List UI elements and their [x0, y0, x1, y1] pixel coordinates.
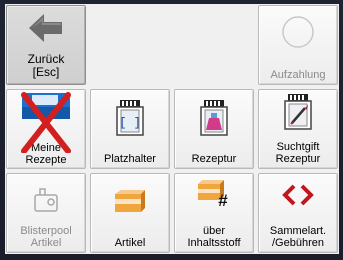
list-button-label: Aufzahlung	[270, 69, 326, 81]
code-brackets-icon	[281, 184, 315, 211]
my-recipes-button[interactable]: Meine Rezepte	[6, 89, 86, 169]
collective-fees-button[interactable]: Sammelart. /Gebühren	[258, 173, 338, 253]
back-button-label: Zurück [Esc]	[27, 52, 65, 79]
button-grid: Zurück [Esc] Aufzahlung Meine Rezepte […	[5, 4, 339, 254]
empty-slot	[174, 5, 254, 85]
by-ingredient-button[interactable]: # über Inhaltsstoff	[174, 173, 254, 253]
narcotic-jar-icon	[281, 94, 315, 135]
empty-slot	[90, 5, 170, 85]
article-box-icon	[113, 188, 147, 219]
compounding-label: Rezeptur	[191, 153, 237, 165]
compounding-jar-icon	[197, 100, 231, 141]
arrow-left-icon	[29, 13, 63, 48]
placeholder-label: Platzhalter	[104, 153, 156, 165]
recipes-logo-crossed-icon	[18, 91, 74, 158]
compounding-button[interactable]: Rezeptur	[174, 89, 254, 169]
article-label: Artikel	[114, 237, 146, 249]
narcotic-compounding-label: Suchtgift Rezeptur	[275, 141, 321, 165]
svg-text:#: #	[218, 191, 228, 208]
narcotic-compounding-button[interactable]: Suchtgift Rezeptur	[258, 89, 338, 169]
circle-icon	[281, 15, 315, 54]
app-frame: Zurück [Esc] Aufzahlung Meine Rezepte […	[0, 0, 343, 260]
collective-fees-label: Sammelart. /Gebühren	[269, 225, 327, 249]
blister-icon	[31, 187, 61, 218]
box-hash-icon: #	[196, 178, 232, 213]
blisterpool-article-label: Blisterpool Artikel	[20, 225, 72, 249]
blisterpool-article-button[interactable]: Blisterpool Artikel	[6, 173, 86, 253]
placeholder-button[interactable]: [ ] Platzhalter	[90, 89, 170, 169]
article-button[interactable]: Artikel	[90, 173, 170, 253]
list-button[interactable]: Aufzahlung	[258, 5, 338, 85]
by-ingredient-label: über Inhaltsstoff	[187, 225, 241, 249]
placeholder-jar-icon: [ ]	[113, 100, 147, 141]
back-button[interactable]: Zurück [Esc]	[6, 5, 86, 85]
svg-text:[ ]: [ ]	[119, 116, 141, 130]
